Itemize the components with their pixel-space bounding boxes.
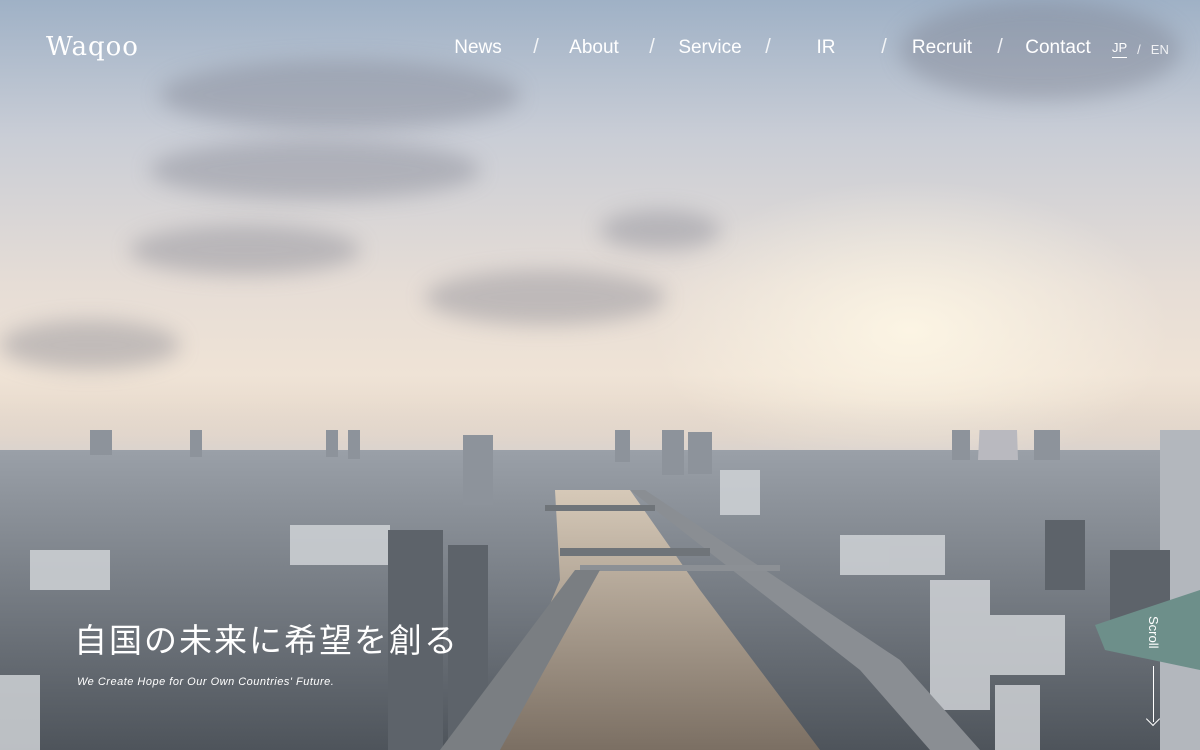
cloud [0, 320, 180, 370]
cloud [600, 210, 720, 250]
cloud [425, 270, 665, 325]
nav-item-service[interactable]: Service [662, 37, 758, 59]
language-jp-link[interactable]: JP [1112, 40, 1128, 58]
hero-headline: 自国の未来に希望を創る [74, 621, 459, 660]
nav-separator: / [765, 36, 771, 58]
cloud [150, 140, 480, 200]
language-separator: / [1137, 41, 1141, 57]
nav-item-recruit[interactable]: Recruit [894, 37, 990, 59]
scroll-label: Scroll [1146, 616, 1161, 649]
nav-item-about[interactable]: About [546, 37, 642, 59]
nav-separator: / [533, 36, 539, 58]
cloud [130, 225, 360, 275]
cloud [160, 60, 520, 130]
city-skyline [0, 430, 1200, 750]
arrow-down-icon [1145, 711, 1161, 727]
main-menu: News / About / Service / IR / Recruit / … [430, 36, 1106, 59]
top-navigation: Waqoo News / About / Service / IR / Recr… [0, 30, 1200, 66]
nav-item-news[interactable]: News [430, 37, 526, 59]
hero-section: Waqoo News / About / Service / IR / Recr… [0, 0, 1200, 750]
brand-logo[interactable]: Waqoo [46, 32, 139, 62]
nav-item-ir[interactable]: IR [778, 37, 874, 59]
hero-tagline: We Create Hope for Our Own Countries' Fu… [77, 676, 335, 688]
nav-separator: / [881, 36, 887, 58]
nav-separator: / [649, 36, 655, 58]
language-en-link[interactable]: EN [1151, 42, 1169, 57]
scroll-indicator[interactable]: Scroll [1139, 616, 1169, 728]
nav-separator: / [997, 36, 1003, 58]
nav-item-contact[interactable]: Contact [1010, 37, 1106, 59]
language-switcher: JP / EN [1112, 40, 1169, 58]
